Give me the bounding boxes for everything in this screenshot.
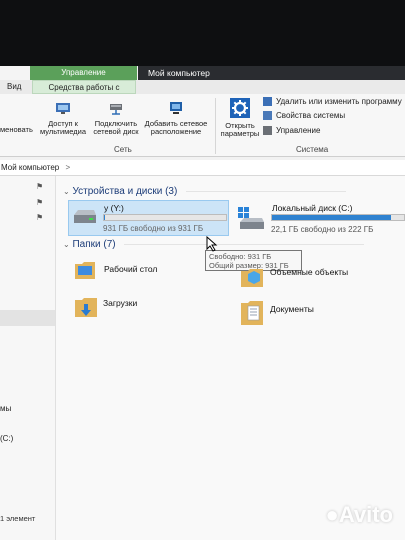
status-bar-text: 1 элемент bbox=[0, 514, 36, 523]
media-access-icon bbox=[56, 103, 70, 114]
drive-c-free-text: 22,1 ГБ свободно из 222 ГБ bbox=[271, 225, 374, 234]
system-drive-icon bbox=[238, 207, 264, 229]
system-properties-icon bbox=[263, 111, 272, 121]
media-access-button[interactable]: Доступ к мультимедиа bbox=[40, 100, 86, 136]
rename-button[interactable]: меновать bbox=[0, 125, 33, 134]
folder-documents-label[interactable]: Документы bbox=[270, 304, 314, 314]
map-drive-label: Подключить сетевой диск bbox=[93, 119, 139, 136]
navigation-pane bbox=[0, 176, 56, 540]
avito-logo-icon: ● bbox=[325, 502, 339, 527]
devices-section-header[interactable]: ⌄ Устройства и диски (3) bbox=[63, 186, 347, 197]
media-access-label: Доступ к мультимедиа bbox=[40, 119, 87, 136]
monitor-bezel bbox=[0, 0, 405, 66]
manage-icon bbox=[263, 126, 272, 136]
add-network-label: Добавить сетевое расположение bbox=[144, 119, 208, 136]
group-label-system: Система bbox=[296, 145, 329, 154]
folder-3d-objects-label[interactable]: Объемные объекты bbox=[270, 267, 348, 277]
rename-label: меновать bbox=[0, 125, 33, 134]
drive-y-name: y (Y:) bbox=[104, 203, 124, 213]
open-settings-label: Открыть параметры bbox=[220, 121, 260, 138]
window-title: Мой компьютер bbox=[148, 68, 210, 78]
pin-icon[interactable]: ⚑ bbox=[36, 198, 43, 207]
group-label-network: Сеть bbox=[114, 145, 132, 154]
collapse-chevron-icon[interactable]: ⌄ bbox=[63, 240, 70, 249]
tab-drive-tools[interactable]: Средства работы с дисками bbox=[32, 80, 136, 106]
mouse-cursor-icon bbox=[206, 236, 218, 252]
downloads-folder-icon bbox=[75, 298, 97, 317]
open-settings-button[interactable]: Открыть параметры bbox=[218, 98, 262, 138]
network-drive-icon bbox=[110, 104, 122, 115]
nav-item-partial[interactable]: мы bbox=[0, 404, 11, 413]
drive-y-usage-bar bbox=[103, 214, 227, 221]
folder-desktop-label[interactable]: Рабочий стол bbox=[104, 264, 157, 274]
breadcrumb-mycomputer[interactable]: Мой компьютер bbox=[1, 163, 59, 172]
folder-downloads-label[interactable]: Загрузки bbox=[103, 298, 137, 308]
gear-icon bbox=[230, 98, 250, 118]
nav-item-selected[interactable] bbox=[0, 310, 55, 326]
3d-objects-folder-icon bbox=[241, 269, 263, 287]
address-bar[interactable]: Мой компьютер > bbox=[0, 160, 405, 176]
manage-button[interactable]: Управление bbox=[263, 126, 321, 136]
tooltip-free-line: Свободно: 931 ГБ bbox=[209, 252, 272, 261]
hard-drive-icon bbox=[74, 210, 96, 223]
manage-label: Управление bbox=[276, 126, 321, 135]
avito-watermark: ●Avito bbox=[326, 502, 393, 528]
map-drive-button[interactable]: Подключить сетевой диск bbox=[90, 100, 142, 136]
avito-watermark-text: Avito bbox=[338, 502, 393, 527]
section-divider bbox=[124, 243, 365, 245]
desktop-folder-icon bbox=[75, 262, 95, 279]
network-location-icon bbox=[170, 102, 182, 114]
drive-c-name: Локальный диск (C:) bbox=[272, 203, 353, 213]
programs-icon bbox=[263, 97, 272, 107]
documents-folder-icon bbox=[241, 301, 263, 325]
tab-manage[interactable]: Управление bbox=[30, 66, 137, 80]
pin-icon[interactable]: ⚑ bbox=[36, 213, 43, 222]
breadcrumb-chevron-icon[interactable]: > bbox=[65, 163, 70, 172]
ribbon-separator bbox=[215, 98, 216, 154]
drive-y-free-text: 931 ГБ свободно из 931 ГБ bbox=[103, 224, 204, 233]
section-divider bbox=[186, 190, 347, 192]
tab-view[interactable]: Вид bbox=[7, 80, 21, 94]
collapse-chevron-icon[interactable]: ⌄ bbox=[63, 187, 70, 196]
nav-item-drive-c[interactable]: (C:) bbox=[0, 434, 13, 443]
folders-header-label: Папки (7) bbox=[72, 239, 116, 250]
uninstall-label: Удалить или изменить программу bbox=[276, 97, 402, 106]
devices-header-label: Устройства и диски (3) bbox=[72, 186, 178, 197]
pin-icon[interactable]: ⚑ bbox=[36, 182, 43, 191]
system-properties-label: Свойства системы bbox=[276, 111, 346, 120]
drive-c-usage-fill bbox=[272, 215, 391, 220]
drive-c-usage-bar bbox=[271, 214, 405, 221]
add-network-location-button[interactable]: Добавить сетевое расположение bbox=[143, 100, 209, 136]
uninstall-program-button[interactable]: Удалить или изменить программу bbox=[263, 97, 402, 107]
system-properties-button[interactable]: Свойства системы bbox=[263, 111, 346, 121]
